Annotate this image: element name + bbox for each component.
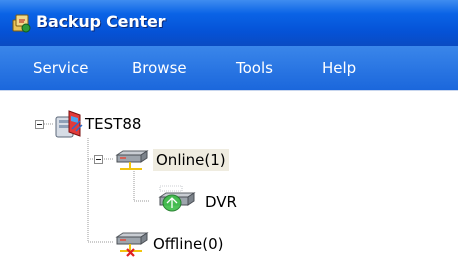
backup-center-app-icon [12,14,31,33]
menu-bar: Service Browse Tools Help [0,46,458,91]
menu-help[interactable]: Help [322,57,356,79]
menu-browse[interactable]: Browse [132,57,187,79]
dvr-device-online-icon [158,185,196,212]
computer-server-icon [55,110,83,138]
network-device-icon [115,150,149,170]
network-device-offline-icon [115,232,149,257]
device-tree-panel: TEST88 Online(1) DVR Offline(0) [0,91,458,277]
menu-tools[interactable]: Tools [236,57,273,79]
tree-node-offline[interactable]: Offline(0) [153,233,223,255]
tree-node-test88[interactable]: TEST88 [85,113,141,135]
tree-node-dvr[interactable]: DVR [205,191,237,213]
window-title: Backup Center [36,12,166,31]
tree-node-online[interactable]: Online(1) [153,149,229,171]
tree-expander-test88[interactable] [35,120,44,129]
tree-expander-online[interactable] [94,155,103,164]
menu-service[interactable]: Service [33,57,88,79]
title-bar[interactable]: Backup Center [0,0,458,46]
